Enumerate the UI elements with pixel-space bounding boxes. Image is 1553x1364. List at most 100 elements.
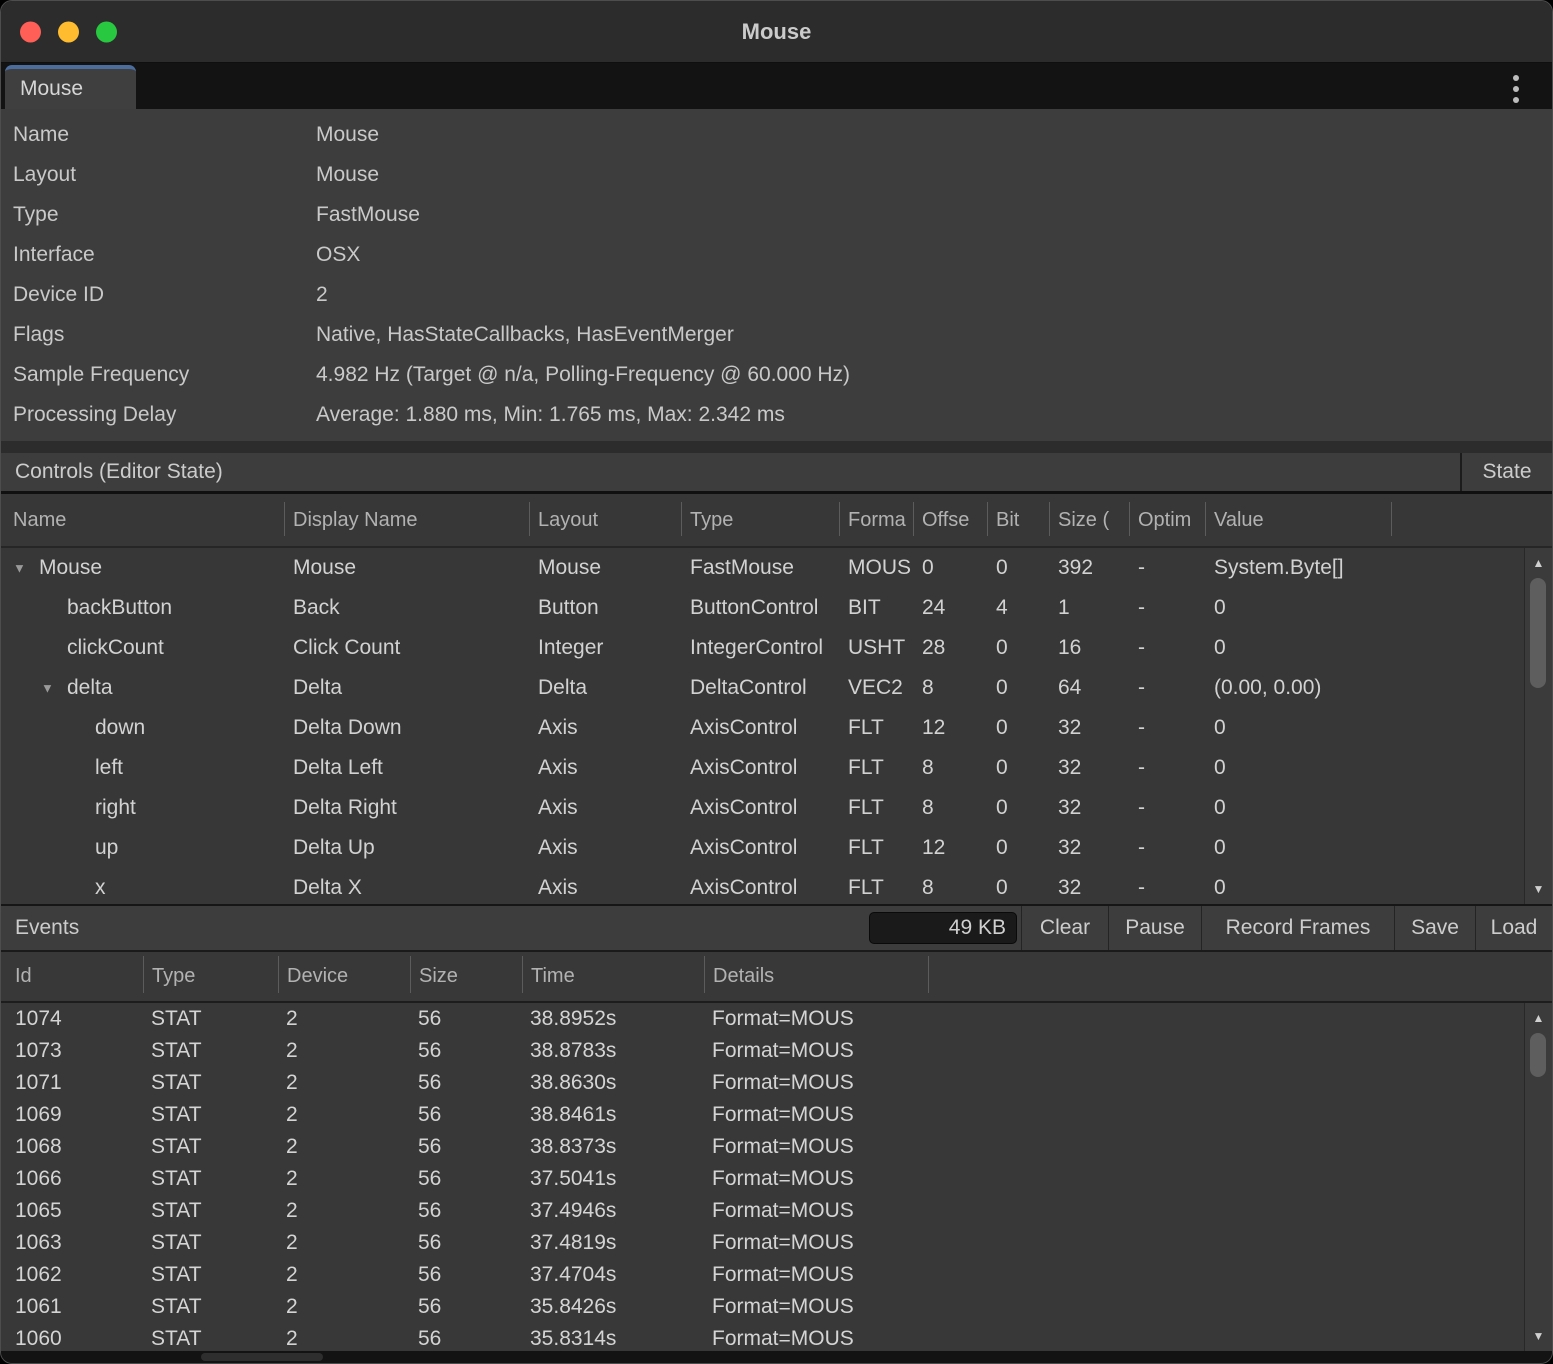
scroll-down-icon[interactable]: ▼ [1525,883,1552,895]
column-header-offse[interactable]: Offse [913,494,987,546]
control-value: 0 [1205,716,1391,740]
event-row-1069[interactable]: 1069STAT25638.8461sFormat=MOUS [1,1099,1524,1131]
column-header-type[interactable]: Type [143,952,278,1001]
column-header-type[interactable]: Type [681,494,839,546]
property-value: 2 [316,283,1552,307]
control-bit: 0 [987,556,1049,580]
column-header-forma[interactable]: Forma [839,494,913,546]
control-row-up[interactable]: upDelta UpAxisAxisControlFLT12032-0 [1,828,1524,868]
scrollbar-thumb[interactable] [1530,578,1546,688]
control-display: Delta X [284,876,529,900]
events-button-clear[interactable]: Clear [1021,906,1108,950]
control-display: Delta Right [284,796,529,820]
event-type: STAT [143,1327,278,1351]
kebab-menu-icon[interactable] [1510,72,1522,106]
scrollbar-thumb[interactable] [201,1353,323,1361]
controls-section-title: Controls (Editor State) [1,453,1460,491]
foldout-triangle-icon[interactable]: ▼ [13,561,26,576]
column-header-display-name[interactable]: Display Name [284,494,529,546]
events-button-pause[interactable]: Pause [1108,906,1201,950]
control-row-mouse[interactable]: ▼MouseMouseMouseFastMouseMOUS00392-Syste… [1,548,1524,588]
event-row-1066[interactable]: 1066STAT25637.5041sFormat=MOUS [1,1163,1524,1195]
event-row-1063[interactable]: 1063STAT25637.4819sFormat=MOUS [1,1227,1524,1259]
control-format: VEC2 [839,676,913,700]
scrollbar-thumb[interactable] [1530,1033,1546,1077]
events-button-save[interactable]: Save [1394,906,1475,950]
control-size: 32 [1049,756,1129,780]
column-header-bit[interactable]: Bit [987,494,1049,546]
event-row-1068[interactable]: 1068STAT25638.8373sFormat=MOUS [1,1131,1524,1163]
event-row-1061[interactable]: 1061STAT25635.8426sFormat=MOUS [1,1291,1524,1323]
close-button[interactable] [20,21,41,42]
control-offset: 8 [913,796,987,820]
property-label: Layout [13,163,316,187]
event-type: STAT [143,1263,278,1287]
event-details: Format=MOUS [704,1263,928,1287]
controls-scrollbar[interactable]: ▲ ▼ [1524,548,1552,904]
event-id: 1061 [1,1295,143,1319]
event-row-1073[interactable]: 1073STAT25638.8783sFormat=MOUS [1,1035,1524,1067]
control-offset: 12 [913,716,987,740]
event-device: 2 [278,1199,410,1223]
column-header-size[interactable]: Size ( [1049,494,1129,546]
control-format: FLT [839,716,913,740]
control-offset: 8 [913,756,987,780]
control-row-x[interactable]: xDelta XAxisAxisControlFLT8032-0 [1,868,1524,904]
event-row-1065[interactable]: 1065STAT25637.4946sFormat=MOUS [1,1195,1524,1227]
event-buffer-size-field[interactable]: 49 KB [869,912,1017,944]
event-details: Format=MOUS [704,1167,928,1191]
column-header-layout[interactable]: Layout [529,494,681,546]
event-row-1071[interactable]: 1071STAT25638.8630sFormat=MOUS [1,1067,1524,1099]
property-value: 4.982 Hz (Target @ n/a, Polling-Frequenc… [316,363,1552,387]
event-time: 38.8630s [522,1071,704,1095]
events-button-record-frames[interactable]: Record Frames [1201,906,1394,950]
events-toolbar: Events 49 KB ClearPauseRecord FramesSave… [1,904,1552,950]
device-properties: NameMouseLayoutMouseTypeFastMouseInterfa… [1,109,1552,441]
events-table: 1074STAT25638.8952sFormat=MOUS1073STAT25… [1,1003,1552,1351]
column-header-value[interactable]: Value [1205,494,1391,546]
property-label: Processing Delay [13,403,316,427]
event-type: STAT [143,1039,278,1063]
control-bit: 0 [987,876,1049,900]
scroll-up-icon[interactable]: ▲ [1525,557,1552,569]
property-label: Device ID [13,283,316,307]
column-header-details[interactable]: Details [704,952,928,1001]
event-row-1062[interactable]: 1062STAT25637.4704sFormat=MOUS [1,1259,1524,1291]
tab-mouse[interactable]: Mouse [5,65,136,109]
event-row-1074[interactable]: 1074STAT25638.8952sFormat=MOUS [1,1003,1524,1035]
column-header-device[interactable]: Device [278,952,410,1001]
horizontal-scrollbar[interactable] [1,1351,1552,1363]
control-row-clickcount[interactable]: clickCountClick CountIntegerIntegerContr… [1,628,1524,668]
scroll-down-icon[interactable]: ▼ [1525,1330,1552,1342]
control-row-down[interactable]: downDelta DownAxisAxisControlFLT12032-0 [1,708,1524,748]
events-table-header: IdTypeDeviceSizeTimeDetails [1,952,1552,1003]
events-button-load[interactable]: Load [1475,906,1552,950]
control-row-backbutton[interactable]: backButtonBackButtonButtonControlBIT2441… [1,588,1524,628]
maximize-button[interactable] [96,21,117,42]
control-bit: 0 [987,716,1049,740]
controls-section-header: Controls (Editor State) State [1,453,1552,494]
state-button[interactable]: State [1460,453,1552,491]
event-time: 35.8426s [522,1295,704,1319]
property-row: TypeFastMouse [1,195,1552,235]
property-row: Processing DelayAverage: 1.880 ms, Min: … [1,395,1552,435]
event-row-1060[interactable]: 1060STAT25635.8314sFormat=MOUS [1,1323,1524,1351]
control-row-delta[interactable]: ▼deltaDeltaDeltaDeltaControlVEC28064-(0.… [1,668,1524,708]
control-display: Delta [284,676,529,700]
column-header-optim[interactable]: Optim [1129,494,1205,546]
column-header-id[interactable]: Id [1,952,143,1001]
events-scrollbar[interactable]: ▲ ▼ [1524,1003,1552,1351]
property-label: Interface [13,243,316,267]
property-label: Type [13,203,316,227]
minimize-button[interactable] [58,21,79,42]
column-header-time[interactable]: Time [522,952,704,1001]
foldout-triangle-icon[interactable]: ▼ [41,681,54,696]
control-format: USHT [839,636,913,660]
scroll-up-icon[interactable]: ▲ [1525,1012,1552,1024]
control-row-right[interactable]: rightDelta RightAxisAxisControlFLT8032-0 [1,788,1524,828]
column-header-name[interactable]: Name [1,494,284,546]
event-size: 56 [410,1327,522,1351]
events-section-title: Events [1,906,869,950]
control-row-left[interactable]: leftDelta LeftAxisAxisControlFLT8032-0 [1,748,1524,788]
column-header-size[interactable]: Size [410,952,522,1001]
